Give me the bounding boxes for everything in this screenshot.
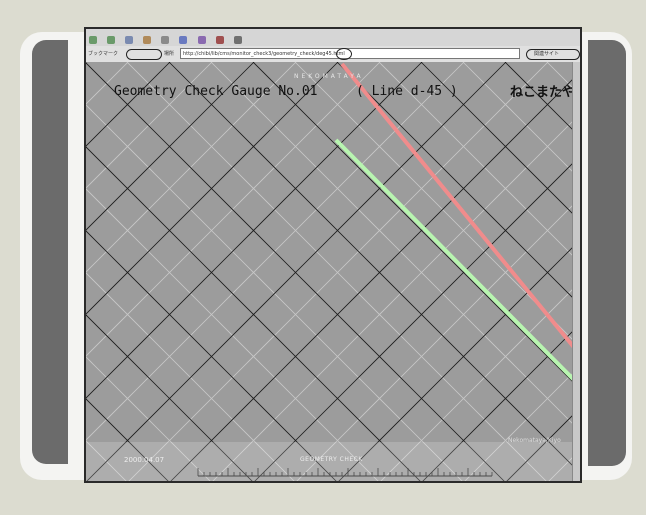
line-label: ( Line d-45 ): [356, 84, 458, 99]
search-icon[interactable]: [161, 36, 170, 44]
gauge-title: Geometry Check Gauge No.01: [114, 84, 318, 99]
gauge-date: 2000.04.07: [124, 456, 165, 464]
reload-icon[interactable]: [125, 36, 134, 44]
gauge-footer-credit: Nekomataya/Kiyo: [508, 437, 561, 444]
url-highlight: [336, 48, 352, 60]
monitor-side-right: [588, 40, 626, 466]
stop-icon[interactable]: [233, 36, 242, 44]
browser-window: ブックマーク 場所 http://chibi/lib/cms/monitor_c…: [84, 27, 582, 483]
bookmarks-button[interactable]: ブックマーク: [88, 50, 118, 57]
bookmarks-highlight: [126, 49, 162, 60]
location-label: 場所: [164, 51, 175, 57]
related-highlight: [526, 49, 580, 60]
vertical-scrollbar[interactable]: [572, 62, 580, 481]
forward-icon[interactable]: [107, 36, 116, 44]
brand-top-text: NEKOMATAYA: [294, 73, 364, 80]
address-bar: ブックマーク 場所 http://chibi/lib/cms/monitor_c…: [86, 46, 580, 63]
browser-toolbar: [86, 29, 580, 47]
back-icon[interactable]: [89, 36, 97, 44]
geometry-gauge: [86, 62, 580, 481]
home-icon[interactable]: [143, 36, 152, 44]
print-icon[interactable]: [197, 36, 206, 44]
bookmark-icon[interactable]: [179, 36, 188, 44]
brand-logo: ねこまたや: [510, 85, 576, 100]
security-icon[interactable]: [215, 36, 224, 44]
monitor-side-left: [32, 40, 68, 464]
gauge-footer-label: GEOMETRY CHECK: [300, 456, 363, 463]
